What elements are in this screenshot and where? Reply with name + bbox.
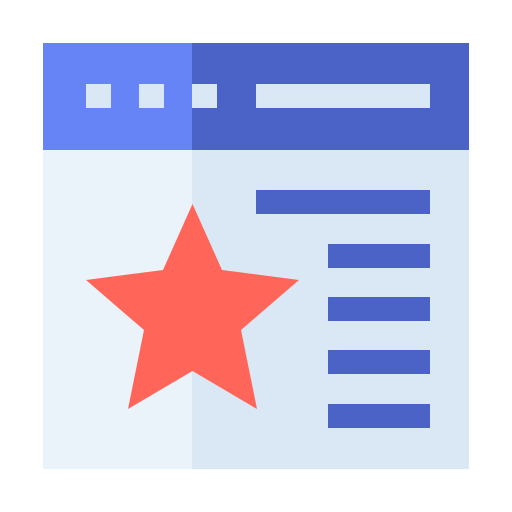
titlebar-left-panel	[43, 43, 192, 150]
titlebar-dot	[139, 84, 164, 108]
titlebar-dot	[86, 84, 111, 108]
star-icon	[86, 204, 299, 409]
content-line	[328, 297, 430, 321]
content-line	[328, 404, 430, 428]
browser-window	[43, 43, 469, 469]
star-shape	[86, 204, 299, 409]
content-line	[328, 244, 430, 268]
titlebar-dot	[192, 84, 217, 108]
address-bar-placeholder	[256, 84, 430, 108]
favorite-webpage-icon	[0, 0, 512, 512]
content-line	[328, 350, 430, 374]
